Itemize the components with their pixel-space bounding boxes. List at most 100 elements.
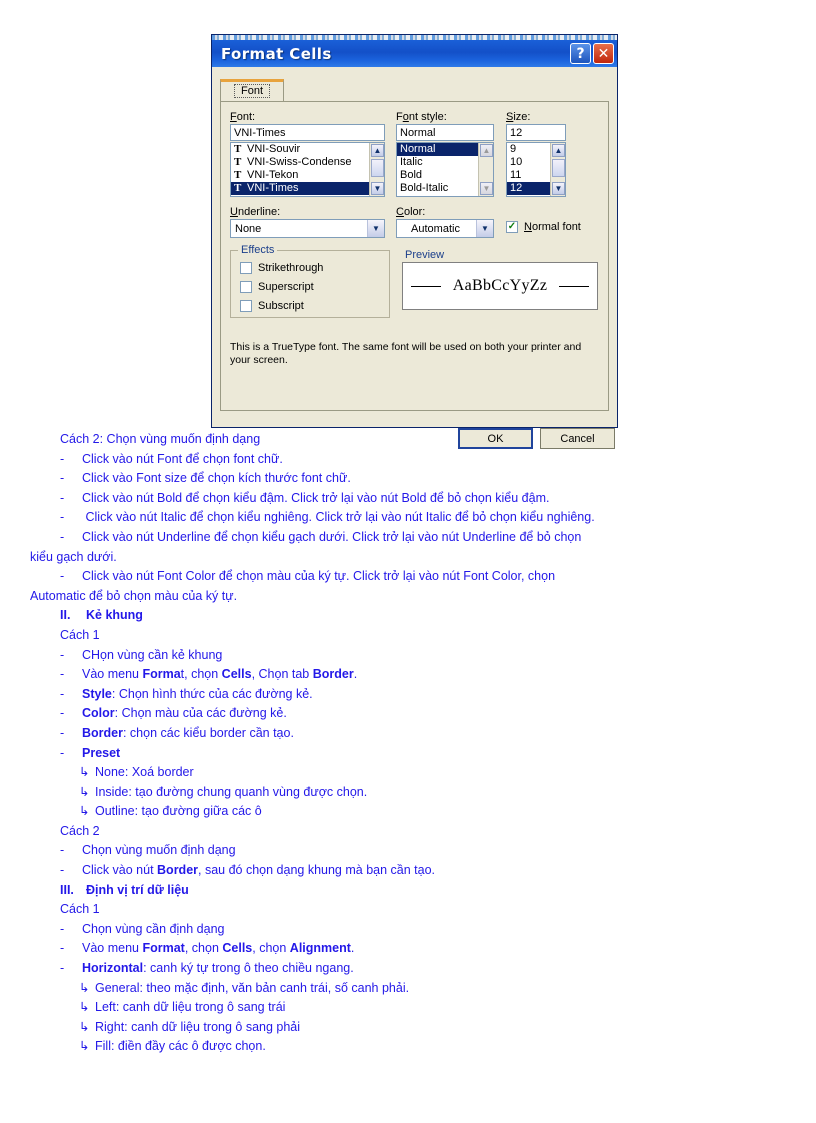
dash-bullet-icon: - — [60, 529, 65, 544]
effects-group: Effects Strikethrough Superscript Subscr… — [230, 244, 390, 318]
list-item[interactable]: T VNI-Times — [231, 182, 384, 195]
document-text-bold: Border — [82, 725, 123, 740]
dash-bullet-icon: - — [60, 471, 65, 486]
dash-bullet-icon: - — [60, 961, 65, 976]
color-label: Color: — [396, 206, 426, 218]
document-line: - Border: chọn các kiểu border cần tạo. — [0, 724, 816, 744]
document-line: II. Kẻ khung — [0, 606, 816, 626]
size-list-scrollbar[interactable]: ▲ ▼ — [550, 143, 565, 196]
dialog-body: Font Font: VNI-Times T VNI-Souvir T VNI-Sw… — [212, 67, 617, 449]
document-text: CHọn vùng cần kẻ khung — [82, 647, 223, 662]
list-item[interactable]: T VNI-Swiss-Condense — [231, 156, 384, 169]
scroll-up-icon[interactable]: ▲ — [480, 144, 493, 157]
dash-bullet-icon: - — [60, 941, 65, 956]
subscript-label: Subscript — [258, 300, 304, 312]
preview-box: AaBbCcYyZz — [402, 262, 598, 310]
size-listbox[interactable]: 9 10 11 12 ▲ ▼ — [506, 142, 566, 197]
document-line: - Preset — [0, 744, 816, 764]
preview-group-title: Preview — [402, 249, 448, 261]
scroll-up-icon[interactable]: ▲ — [371, 144, 384, 157]
close-icon[interactable]: ✕ — [593, 43, 614, 64]
document-text-bold: Horizontal — [82, 961, 144, 976]
document-text: t, chọn — [180, 667, 222, 682]
tab-font-label: Font — [234, 84, 271, 98]
document-line: - Click vào nút Font Color để chọn màu củ… — [0, 567, 816, 587]
dialog-title: Format Cells — [221, 44, 332, 63]
font-style-input[interactable]: Normal — [396, 124, 494, 141]
document-line: - Vào menu Format, chọn Cells, chọn Align… — [0, 939, 816, 959]
document-text: None: Xoá border — [95, 765, 194, 780]
scrollbar-thumb[interactable] — [552, 159, 565, 177]
scroll-down-icon[interactable]: ▼ — [371, 182, 384, 195]
arrow-bullet-icon: ↳ — [79, 804, 90, 819]
document-text: Right: canh dữ liệu trong ô sang phải — [95, 1019, 301, 1034]
normal-font-checkbox[interactable]: ✓ Normal font — [506, 221, 581, 233]
strikethrough-label: Strikethrough — [258, 262, 324, 274]
arrow-bullet-icon: ↳ — [79, 784, 90, 799]
document-text: Vào menu Format, chọn Cells, Chọn tab Bo… — [82, 665, 816, 685]
scroll-up-icon[interactable]: ▲ — [552, 144, 565, 157]
document-text: . — [353, 667, 358, 682]
document-text-bold: Border — [312, 667, 354, 682]
document-text: Click vào nút Italic để chọn kiểu nghiên… — [82, 510, 595, 525]
chevron-down-icon[interactable]: ▼ — [476, 220, 493, 237]
underline-value: None — [235, 222, 262, 235]
list-item-label: VNI-Tekon — [247, 169, 299, 181]
dash-bullet-icon: - — [60, 921, 65, 936]
document-text: Outline: tạo đường giữa các ô — [95, 804, 262, 819]
effects-group-title: Effects — [238, 244, 278, 256]
superscript-checkbox[interactable]: Superscript — [240, 281, 314, 293]
document-text-bold: Cells — [222, 941, 253, 956]
list-item[interactable]: T VNI-Tekon — [231, 169, 384, 182]
document-text: Style: Chọn hình thức của các đường kẻ. — [82, 685, 816, 705]
list-item-label: VNI-Swiss-Condense — [247, 156, 352, 168]
scrollbar-thumb[interactable] — [371, 159, 384, 177]
checkbox-icon: ✓ — [506, 221, 518, 233]
document-text: Border: chọn các kiểu border cần tạo. — [82, 724, 816, 744]
document-line: ↳ Right: canh dữ liệu trong ô sang phải — [0, 1018, 816, 1038]
scroll-down-icon[interactable]: ▼ — [552, 182, 565, 195]
font-listbox[interactable]: T VNI-Souvir T VNI-Swiss-Condense T VNI-Tek… — [230, 142, 385, 197]
subscript-checkbox[interactable]: Subscript — [240, 300, 304, 312]
document-text: Chọn vùng cần định dạng — [82, 921, 225, 936]
truetype-icon: T — [234, 182, 242, 194]
font-input[interactable]: VNI-Times — [230, 124, 385, 141]
document-text: Preset — [82, 744, 816, 764]
font-list-scrollbar[interactable]: ▲ ▼ — [369, 143, 384, 196]
chevron-down-icon[interactable]: ▼ — [367, 220, 384, 237]
document-line: ↳ General: theo mặc định, văn bản canh tr… — [0, 979, 816, 999]
color-value: Automatic — [411, 222, 460, 235]
document-line: - Click vào nút Bold để chọn kiểu đậm. Cl… — [0, 489, 816, 509]
document-text: , chọn — [252, 941, 290, 956]
list-item[interactable]: T VNI-Souvir — [231, 143, 384, 156]
scroll-down-icon[interactable]: ▼ — [480, 182, 493, 195]
document-text-bold: Color — [82, 706, 115, 721]
size-input[interactable]: 12 — [506, 124, 566, 141]
document-line: Cách 1 — [60, 902, 100, 917]
heading-text: Định vị trí dữ liệu — [86, 882, 189, 897]
superscript-label: Superscript — [258, 281, 314, 293]
document-line: ↳ None: Xoá border — [0, 763, 816, 783]
dash-bullet-icon: - — [60, 451, 65, 466]
arrow-bullet-icon: ↳ — [79, 1019, 90, 1034]
help-icon[interactable]: ? — [570, 43, 591, 64]
color-combo[interactable]: Automatic ▼ — [396, 219, 494, 238]
preview-group: Preview AaBbCcYyZz — [402, 249, 598, 318]
document-line: ↳ Inside: tạo đường chung quanh vùng được… — [0, 783, 816, 803]
document-line: III. Định vị trí dữ liệu — [0, 881, 816, 901]
dialog-titlebar[interactable]: Format Cells ? ✕ — [212, 40, 617, 67]
truetype-icon: T — [234, 156, 242, 168]
document-text: Click vào nút Font Color để chọn màu của… — [82, 569, 556, 584]
document-text: Click vào Font size để chọn kích thước f… — [82, 471, 351, 486]
font-style-list-scrollbar[interactable]: ▲ ▼ — [478, 143, 493, 196]
document-text: General: theo mặc định, văn bản canh trá… — [95, 980, 410, 995]
tab-page-font: Font: VNI-Times T VNI-Souvir T VNI-Swiss-C… — [220, 101, 609, 411]
heading-number: II. — [60, 608, 71, 623]
dash-bullet-icon: - — [60, 686, 65, 701]
font-style-listbox[interactable]: Normal Italic Bold Bold-Italic ▲ ▼ — [396, 142, 494, 197]
tab-font[interactable]: Font — [220, 79, 285, 101]
checkbox-icon — [240, 281, 252, 293]
strikethrough-checkbox[interactable]: Strikethrough — [240, 262, 323, 274]
dash-bullet-icon: - — [60, 843, 65, 858]
underline-combo[interactable]: None ▼ — [230, 219, 385, 238]
